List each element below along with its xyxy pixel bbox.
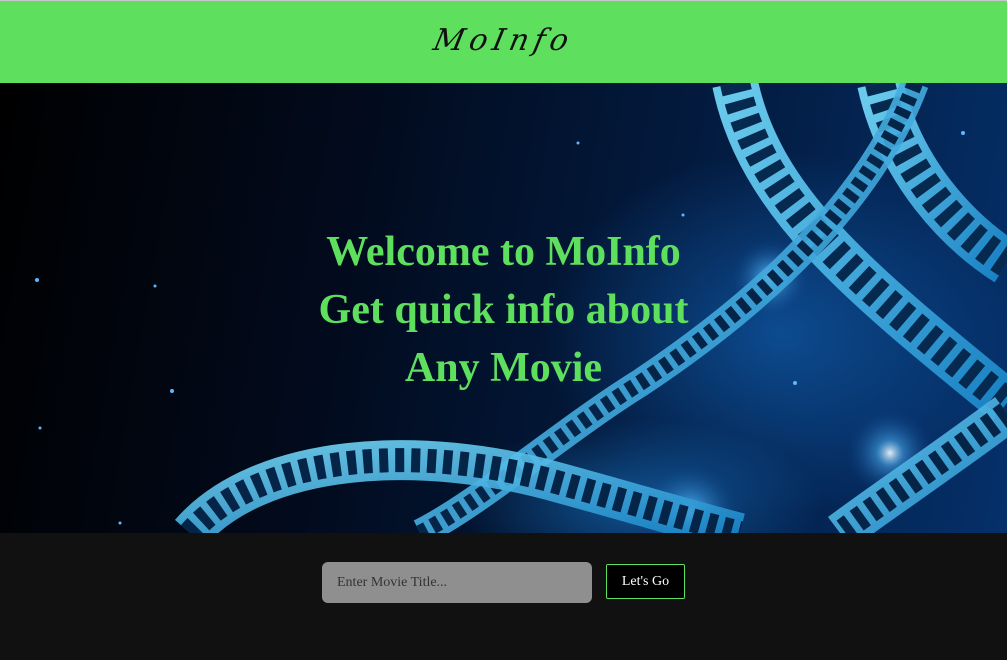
movie-title-input[interactable] bbox=[322, 562, 592, 603]
site-header: MoInfo bbox=[0, 0, 1007, 83]
search-section: Let's Go bbox=[0, 533, 1007, 660]
hero-headline-line3: Any Movie bbox=[404, 345, 603, 391]
hero-headline-line1: Welcome to MoInfo bbox=[326, 229, 681, 275]
hero-headline: Welcome to MoInfo Get quick info about A… bbox=[0, 223, 1007, 397]
hero-headline-line2: Get quick info about bbox=[318, 287, 689, 333]
site-logo[interactable]: MoInfo bbox=[0, 23, 1007, 58]
lets-go-button[interactable]: Let's Go bbox=[606, 564, 685, 599]
hero-banner: Welcome to MoInfo Get quick info about A… bbox=[0, 83, 1007, 533]
